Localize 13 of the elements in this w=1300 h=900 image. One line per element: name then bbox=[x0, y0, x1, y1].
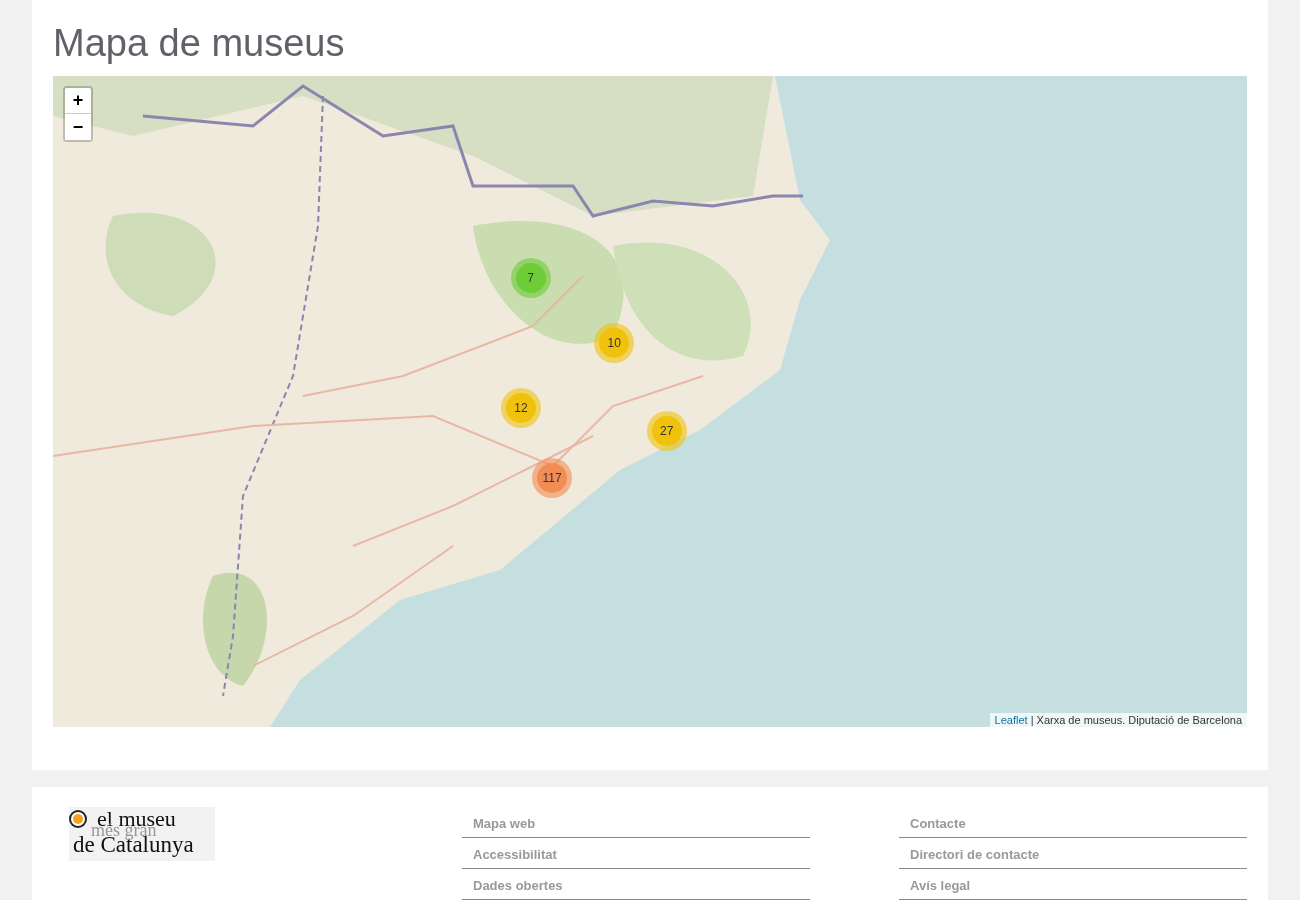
footer-link[interactable]: Accessibilitat bbox=[462, 838, 810, 869]
footer-link[interactable]: Avís legal bbox=[899, 869, 1247, 900]
footer-link[interactable]: Dades obertes bbox=[462, 869, 810, 900]
leaflet-link[interactable]: Leaflet bbox=[994, 714, 1028, 726]
footer-link[interactable]: Directori de contacte bbox=[899, 838, 1247, 869]
footer-link[interactable]: Contacte bbox=[899, 807, 1247, 838]
page-title: Mapa de museus bbox=[53, 21, 346, 66]
zoom-out-button[interactable]: − bbox=[65, 114, 91, 140]
attribution-text: | Xarxa de museus. Diputació de Barcelona bbox=[1029, 714, 1242, 726]
map[interactable]: + − 7 10 12 27 117 Leaflet | Xarxa de museus. Diputació de Barcelona bbox=[53, 76, 1247, 727]
logo-icon bbox=[73, 814, 83, 824]
zoom-in-button[interactable]: + bbox=[65, 88, 91, 114]
footer-link[interactable]: Mapa web bbox=[462, 807, 810, 838]
